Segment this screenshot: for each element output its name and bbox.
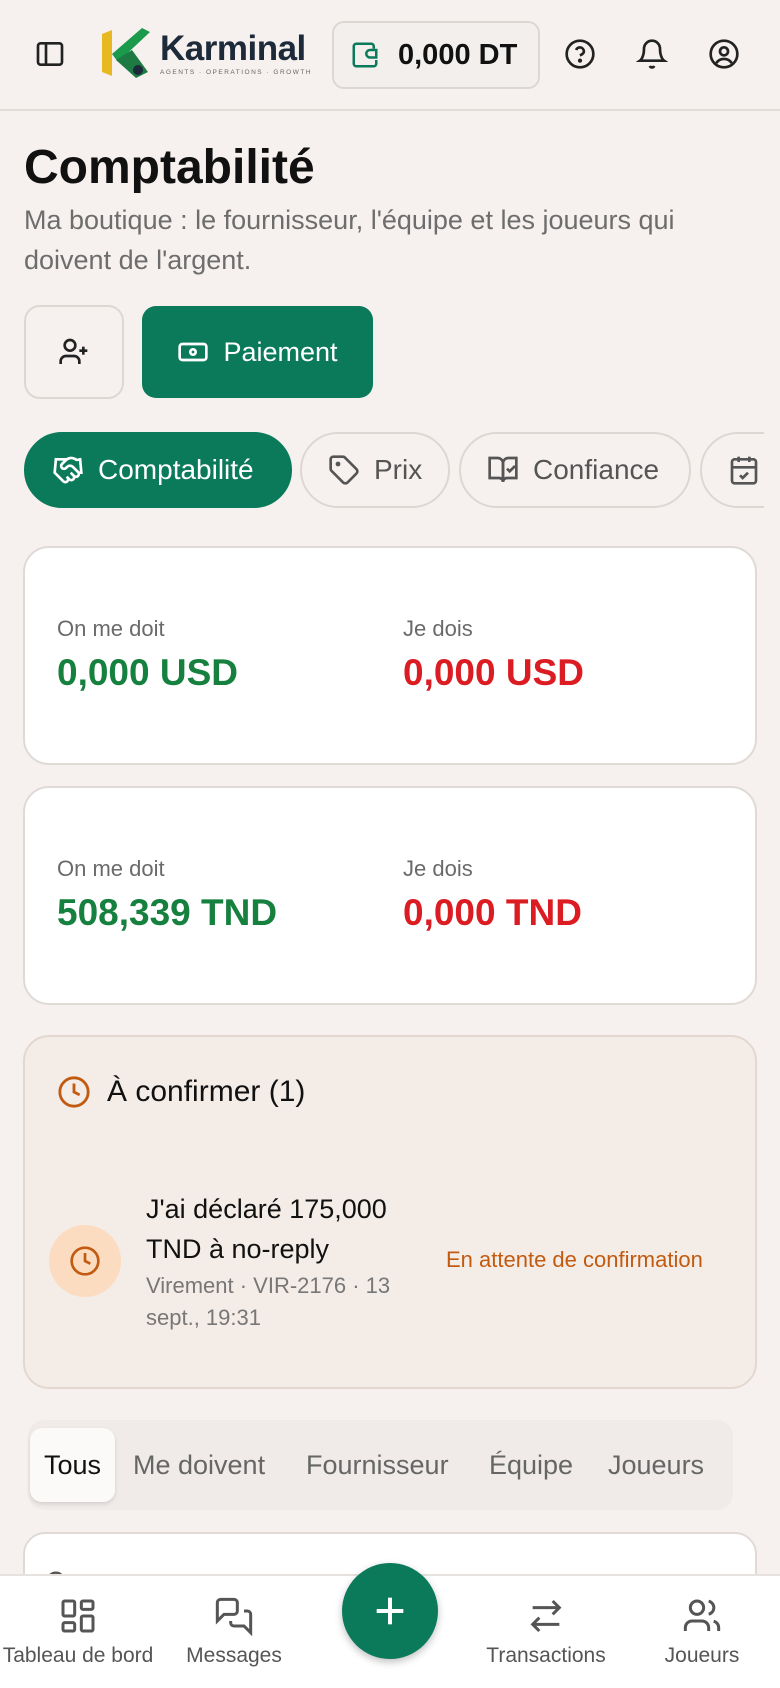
nav-transactions[interactable]: Transactions [476, 1596, 616, 1668]
nav-label: Messages [186, 1644, 282, 1667]
pending-item-meta: Virement · VIR-2176 · 13 sept., 19:31 [146, 1273, 391, 1330]
pending-title: À confirmer (1) [107, 1075, 306, 1108]
banknote-icon [178, 342, 209, 362]
section-chips: Comptabilité Prix Confiance [24, 432, 764, 508]
brand-logo[interactable]: Karminal AGENTS · OPERATIONS · GROWTH [98, 26, 312, 80]
transfer-icon [530, 1599, 562, 1633]
bell-icon [636, 39, 668, 69]
plus-icon [376, 1597, 404, 1625]
brand-name: Karminal [160, 28, 306, 68]
notifications-button[interactable] [636, 38, 668, 70]
balance-card-tnd: On me doit 508,339 TND Je dois 0,000 TND [23, 786, 757, 1005]
pending-item-title[interactable]: J'ai déclaré 175,000 TND à no-reply [146, 1189, 426, 1269]
sidebar-toggle-button[interactable] [34, 38, 66, 70]
nav-messages[interactable]: Messages [176, 1596, 292, 1668]
owe-value: 0,000 USD [403, 652, 584, 693]
owe-value: 0,000 TND [403, 892, 582, 933]
tab-me-doivent[interactable]: Me doivent [133, 1428, 265, 1502]
clock-icon [58, 1076, 90, 1108]
wallet-balance-button[interactable]: 0,000 DT [332, 21, 540, 89]
payment-button[interactable]: Paiement [142, 306, 373, 398]
owe-label: Je dois [403, 856, 473, 881]
tab-tous[interactable]: Tous [30, 1428, 116, 1502]
owed-value: 0,000 USD [57, 652, 238, 693]
owed-to-me: On me doit 508,339 TND [57, 856, 277, 934]
owed-label: On me doit [57, 856, 165, 881]
brand-tagline: AGENTS · OPERATIONS · GROWTH [160, 68, 313, 76]
chip-comptabilite[interactable]: Comptabilité [24, 432, 292, 508]
owed-to-me: On me doit 0,000 USD [57, 616, 238, 694]
book-check-icon [488, 456, 518, 483]
handshake-icon [53, 456, 83, 484]
pending-item-avatar [49, 1225, 121, 1297]
chip-label: Comptabilité [98, 454, 254, 485]
filter-tabs: Tous Me doivent Fournisseur Équipe Joueu… [28, 1420, 733, 1510]
owed-label: On me doit [57, 616, 165, 641]
tab-joueurs[interactable]: Joueurs [608, 1428, 704, 1502]
nav-label: Transactions [486, 1644, 606, 1667]
karminal-logo-icon [102, 28, 150, 78]
nav-players[interactable]: Joueurs [650, 1596, 754, 1668]
calendar-check-icon [730, 456, 758, 485]
chip-calendar[interactable] [700, 432, 764, 508]
chip-prix[interactable]: Prix [300, 432, 450, 508]
page-title: Comptabilité [24, 141, 315, 194]
tab-fournisseur[interactable]: Fournisseur [306, 1428, 449, 1502]
help-button[interactable] [564, 38, 596, 70]
payment-button-label: Paiement [223, 336, 338, 367]
page-subtitle: Ma boutique : le fournisseur, l'équipe e… [24, 205, 675, 275]
user-plus-icon [59, 338, 88, 364]
wallet-icon [352, 42, 378, 68]
owed-value: 508,339 TND [57, 892, 278, 933]
owe-label: Je dois [403, 616, 473, 641]
nav-label: Tableau de bord [2, 1644, 154, 1667]
tab-equipe[interactable]: Équipe [489, 1428, 573, 1502]
users-icon [683, 1599, 721, 1631]
user-circle-icon [709, 39, 739, 69]
chip-label: Confiance [533, 454, 660, 485]
pending-item-status: En attente de confirmation [446, 1247, 703, 1272]
messages-icon [215, 1597, 253, 1636]
pending-confirmation-panel: À confirmer (1) J'ai déclaré 175,000 TND… [23, 1035, 757, 1389]
nav-label: Joueurs [664, 1644, 740, 1667]
top-header: Karminal AGENTS · OPERATIONS · GROWTH 0,… [0, 0, 780, 111]
chip-confiance[interactable]: Confiance [459, 432, 691, 508]
dashboard-icon [61, 1599, 95, 1633]
wallet-balance: 0,000 DT [398, 38, 518, 71]
nav-dashboard[interactable]: Tableau de bord [0, 1596, 160, 1668]
add-user-button[interactable] [24, 305, 124, 399]
chip-label: Prix [374, 454, 423, 485]
help-icon [565, 39, 595, 69]
pending-header: À confirmer (1) [57, 1075, 305, 1109]
tag-icon [329, 455, 359, 485]
i-owe: Je dois 0,000 USD [403, 616, 584, 694]
i-owe: Je dois 0,000 TND [403, 856, 582, 934]
clock-icon [70, 1246, 100, 1276]
balance-card-usd: On me doit 0,000 USD Je dois 0,000 USD [23, 546, 757, 765]
profile-button[interactable] [708, 38, 740, 70]
add-fab-button[interactable] [342, 1563, 438, 1659]
sidebar-icon [36, 42, 64, 66]
